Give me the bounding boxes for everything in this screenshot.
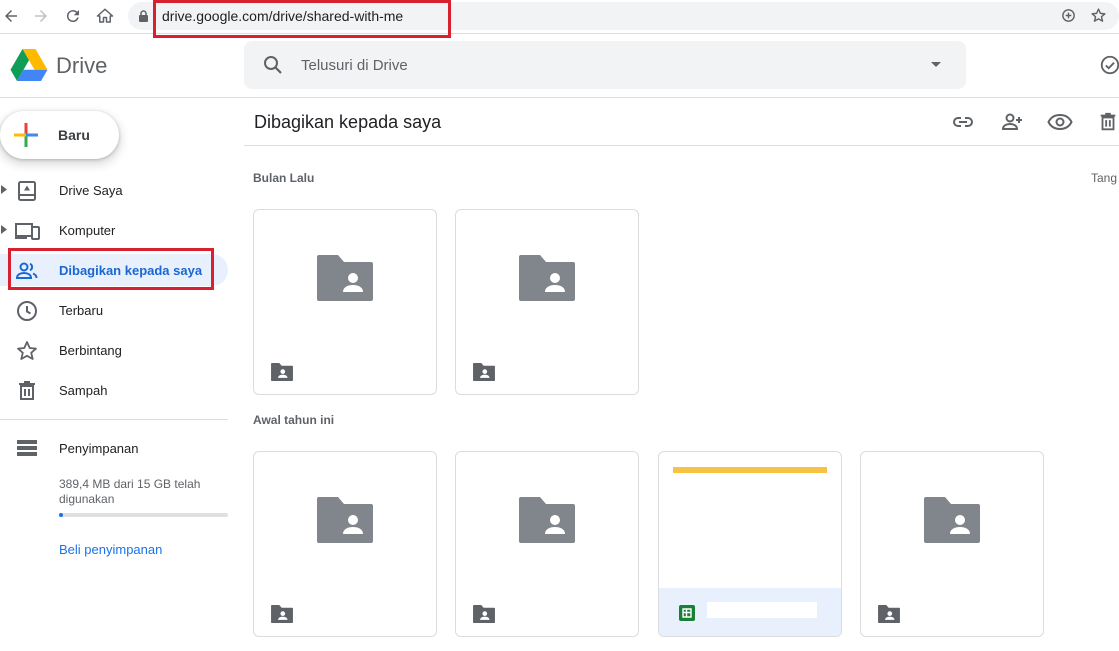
drive-logo-icon[interactable]: [10, 48, 48, 82]
expand-caret-icon[interactable]: [1, 225, 7, 234]
shared-folder-card[interactable]: [253, 209, 437, 395]
sidebar-item-my-drive[interactable]: Drive Saya: [0, 174, 228, 206]
section-label: Bulan Lalu: [253, 171, 315, 185]
bookmark-star-icon[interactable]: [1090, 7, 1107, 24]
trash-icon[interactable]: [1097, 110, 1119, 134]
browser-toolbar: drive.google.com/drive/shared-with-me: [0, 0, 1119, 38]
shared-folder-small-icon: [878, 605, 900, 623]
url-highlight-box: [153, 0, 451, 38]
search-bar[interactable]: Telusuri di Drive: [244, 41, 966, 89]
storage-progress-bar: [59, 513, 228, 517]
shared-folder-small-icon: [473, 605, 495, 623]
clock-icon: [15, 299, 39, 323]
sheets-icon: [679, 605, 695, 621]
shared-folder-icon: [317, 497, 373, 543]
sidebar-item-trash[interactable]: Sampah: [0, 374, 228, 406]
star-icon: [15, 339, 39, 363]
reload-icon[interactable]: [62, 5, 84, 27]
buy-storage-link[interactable]: Beli penyimpanan: [59, 542, 162, 557]
computer-icon: [15, 219, 40, 243]
sidebar-divider: [0, 419, 228, 420]
shared-folder-small-icon: [473, 363, 495, 381]
sidebar-item-label: Terbaru: [59, 303, 104, 318]
shared-folder-icon: [519, 497, 575, 543]
shared-folder-small-icon: [271, 605, 293, 623]
app-header: Drive Telusuri di Drive: [0, 34, 1119, 98]
sidebar-item-computers[interactable]: Komputer: [0, 214, 228, 246]
new-button-label: Baru: [58, 127, 90, 143]
storage-progress-fill: [59, 513, 64, 517]
spreadsheet-thumbnail: [673, 467, 827, 473]
shared-folder-small-icon: [271, 363, 293, 381]
storage-label[interactable]: Penyimpanan: [59, 441, 139, 456]
new-button[interactable]: Baru: [0, 111, 119, 159]
spreadsheet-card[interactable]: [658, 451, 842, 637]
sidebar-item-starred[interactable]: Berbintang: [0, 334, 228, 366]
shared-folder-card[interactable]: [455, 209, 639, 395]
product-name[interactable]: Drive: [56, 53, 107, 79]
sidebar-item-label: Komputer: [59, 223, 116, 238]
nav-highlight-box: [8, 248, 214, 290]
search-icon[interactable]: [261, 53, 285, 77]
search-input[interactable]: Telusuri di Drive: [301, 57, 408, 74]
sidebar-item-label: Berbintang: [59, 343, 122, 358]
sidebar-item-label: Sampah: [59, 383, 108, 398]
main-divider: [244, 145, 1119, 146]
shared-folder-card[interactable]: [860, 451, 1044, 637]
shared-folder-card[interactable]: [455, 451, 639, 637]
shared-folder-icon: [519, 255, 575, 301]
page-title: Dibagikan kepada saya: [254, 112, 442, 132]
shared-folder-icon: [924, 497, 980, 543]
plus-icon: [14, 123, 38, 147]
section-label: Awal tahun ini: [253, 413, 335, 427]
shared-folder-icon: [317, 255, 373, 301]
search-options-dropdown-icon[interactable]: [930, 61, 942, 69]
expand-caret-icon[interactable]: [1, 185, 7, 194]
sidebar-item-label: Drive Saya: [59, 183, 123, 198]
lock-icon[interactable]: [138, 10, 149, 23]
back-arrow-icon[interactable]: [0, 5, 22, 27]
sort-label[interactable]: Tang: [1091, 171, 1117, 185]
shared-folder-card[interactable]: [253, 451, 437, 637]
link-icon[interactable]: [951, 110, 975, 134]
trash-icon: [15, 379, 39, 403]
add-person-icon[interactable]: [1000, 110, 1024, 134]
offline-ready-icon[interactable]: [1099, 54, 1119, 76]
forward-arrow-icon[interactable]: [30, 5, 52, 27]
zoom-icon[interactable]: [1060, 7, 1077, 24]
storage-usage-text: 389,4 MB dari 15 GB telah digunakan: [59, 477, 201, 506]
storage-icon: [16, 439, 38, 457]
home-icon[interactable]: [94, 5, 116, 27]
my-drive-icon: [15, 179, 39, 203]
sidebar-item-recent[interactable]: Terbaru: [0, 294, 228, 326]
eye-icon[interactable]: [1047, 110, 1073, 134]
file-name-redacted: [707, 602, 817, 618]
